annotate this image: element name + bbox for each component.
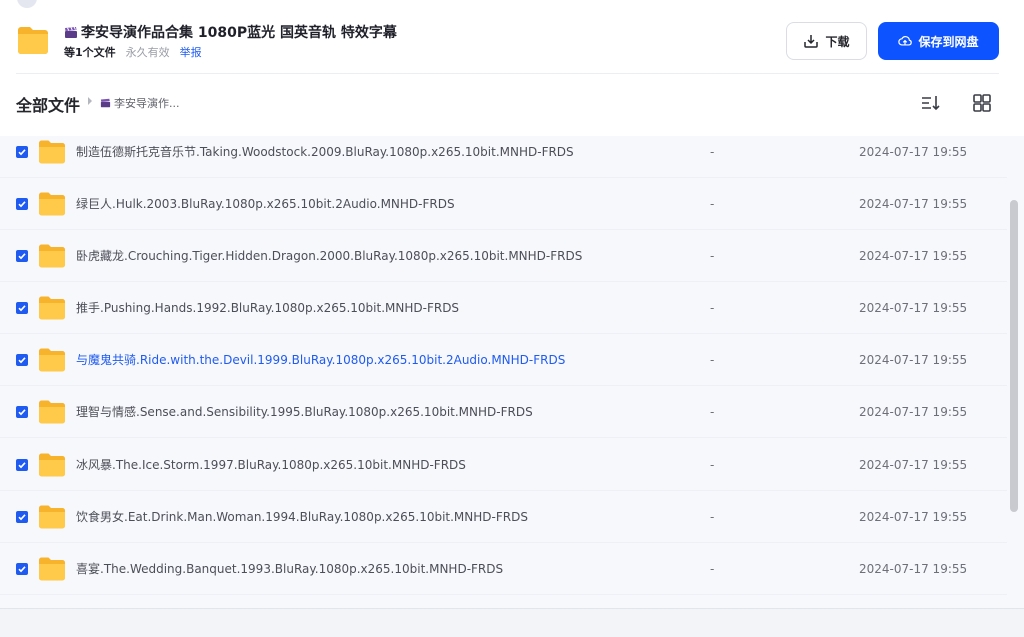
table-row[interactable]: 制造伍德斯托克音乐节.Taking.Woodstock.2009.BluRay.… — [0, 136, 1007, 178]
file-size: - — [710, 457, 715, 472]
file-name[interactable]: 卧虎藏龙.Crouching.Tiger.Hidden.Dragon.2000.… — [76, 248, 582, 264]
checkbox[interactable] — [16, 405, 28, 418]
checkbox-checked-icon — [18, 148, 26, 155]
file-date: 2024-07-17 19:55 — [859, 457, 968, 472]
file-date: 2024-07-17 19:55 — [859, 144, 968, 159]
checkbox[interactable] — [16, 249, 28, 262]
folder-icon — [39, 400, 65, 423]
folder-icon — [39, 192, 65, 215]
checkbox[interactable] — [16, 301, 28, 314]
file-date: 2024-07-17 19:55 — [859, 561, 968, 576]
checkbox-checked-icon — [18, 513, 26, 520]
file-date: 2024-07-17 19:55 — [859, 404, 968, 419]
folder-icon — [39, 505, 65, 528]
file-size: - — [710, 248, 715, 263]
checkbox-checked-icon — [18, 252, 26, 259]
clapperboard-icon — [100, 98, 111, 108]
breadcrumb: 全部文件 李安导演作... — [0, 74, 1024, 136]
file-size: - — [710, 561, 715, 576]
folder-icon — [39, 557, 65, 580]
table-row[interactable]: 饮食男女.Eat.Drink.Man.Woman.1994.BluRay.108… — [0, 491, 1007, 543]
folder-icon — [39, 244, 65, 267]
report-link[interactable]: 举报 — [180, 44, 202, 60]
folder-icon — [39, 296, 65, 319]
checkbox[interactable] — [16, 510, 28, 523]
file-size: - — [710, 300, 715, 315]
share-meta: 等1个文件 永久有效 举报 — [64, 44, 202, 60]
footer-bar — [0, 609, 1024, 637]
file-count: 等1个文件 — [64, 46, 116, 59]
checkbox-checked-icon — [18, 304, 26, 311]
cloud-upload-icon — [898, 36, 913, 46]
file-name[interactable]: 制造伍德斯托克音乐节.Taking.Woodstock.2009.BluRay.… — [76, 144, 574, 160]
table-row[interactable]: 与魔鬼共骑.Ride.with.the.Devil.1999.BluRay.10… — [0, 334, 1007, 386]
checkbox[interactable] — [16, 197, 28, 210]
file-date: 2024-07-17 19:55 — [859, 196, 968, 211]
validity-text: 永久有效 — [125, 46, 170, 59]
folder-icon — [39, 453, 65, 476]
file-name[interactable]: 冰风暴.The.Ice.Storm.1997.BluRay.1080p.x265… — [76, 457, 466, 473]
file-name[interactable]: 绿巨人.Hulk.2003.BluRay.1080p.x265.10bit.2A… — [76, 196, 455, 212]
folder-icon — [18, 27, 48, 54]
checkbox-checked-icon — [18, 565, 26, 572]
table-row[interactable]: 喜宴.The.Wedding.Banquet.1993.BluRay.1080p… — [0, 543, 1007, 595]
checkbox-checked-icon — [18, 200, 26, 207]
share-title-text: 李安导演作品合集 1080P蓝光 国英音轨 特效字幕 — [81, 25, 397, 41]
file-name[interactable]: 与魔鬼共骑.Ride.with.the.Devil.1999.BluRay.10… — [76, 352, 565, 368]
folder-icon — [39, 140, 65, 163]
file-date: 2024-07-17 19:55 — [859, 248, 968, 263]
scrollbar-thumb[interactable] — [1010, 200, 1018, 512]
download-button[interactable]: 下载 — [786, 22, 867, 60]
checkbox-checked-icon — [18, 461, 26, 468]
file-size: - — [710, 196, 715, 211]
sort-icon[interactable] — [918, 92, 942, 114]
breadcrumb-separator — [88, 97, 92, 105]
checkbox[interactable] — [16, 353, 28, 366]
breadcrumb-current-label: 李安导演作... — [114, 97, 180, 110]
download-icon — [804, 35, 819, 48]
checkbox-checked-icon — [18, 408, 26, 415]
file-name[interactable]: 饮食男女.Eat.Drink.Man.Woman.1994.BluRay.108… — [76, 509, 528, 525]
file-date: 2024-07-17 19:55 — [859, 352, 968, 367]
checkbox-checked-icon — [18, 356, 26, 363]
table-row[interactable]: 推手.Pushing.Hands.1992.BluRay.1080p.x265.… — [0, 282, 1007, 334]
grid-view-icon[interactable] — [970, 92, 994, 114]
share-title: 李安导演作品合集 1080P蓝光 国英音轨 特效字幕 — [64, 22, 397, 42]
save-to-drive-button[interactable]: 保存到网盘 — [878, 22, 999, 60]
file-size: - — [710, 144, 715, 159]
file-list: 制造伍德斯托克音乐节.Taking.Woodstock.2009.BluRay.… — [0, 136, 1007, 608]
file-date: 2024-07-17 19:55 — [859, 300, 968, 315]
file-name[interactable]: 推手.Pushing.Hands.1992.BluRay.1080p.x265.… — [76, 300, 459, 316]
file-size: - — [710, 509, 715, 524]
file-size: - — [710, 404, 715, 419]
checkbox[interactable] — [16, 562, 28, 575]
file-date: 2024-07-17 19:55 — [859, 509, 968, 524]
breadcrumb-current: 李安导演作... — [100, 95, 180, 111]
file-name[interactable]: 喜宴.The.Wedding.Banquet.1993.BluRay.1080p… — [76, 561, 503, 577]
download-label: 下载 — [825, 34, 850, 49]
share-header: 李安导演作品合集 1080P蓝光 国英音轨 特效字幕 等1个文件 永久有效 举报… — [0, 0, 1024, 74]
table-row[interactable]: 理智与情感.Sense.and.Sensibility.1995.BluRay.… — [0, 386, 1007, 438]
table-row[interactable]: 卧虎藏龙.Crouching.Tiger.Hidden.Dragon.2000.… — [0, 230, 1007, 282]
checkbox[interactable] — [16, 145, 28, 158]
folder-icon — [39, 348, 65, 371]
file-size: - — [710, 352, 715, 367]
table-row[interactable]: 冰风暴.The.Ice.Storm.1997.BluRay.1080p.x265… — [0, 439, 1007, 491]
save-label: 保存到网盘 — [918, 34, 979, 49]
checkbox[interactable] — [16, 458, 28, 471]
breadcrumb-root[interactable]: 全部文件 — [16, 92, 80, 116]
table-row[interactable]: 绿巨人.Hulk.2003.BluRay.1080p.x265.10bit.2A… — [0, 178, 1007, 230]
file-name[interactable]: 理智与情感.Sense.and.Sensibility.1995.BluRay.… — [76, 404, 533, 420]
clapperboard-icon — [65, 26, 77, 38]
